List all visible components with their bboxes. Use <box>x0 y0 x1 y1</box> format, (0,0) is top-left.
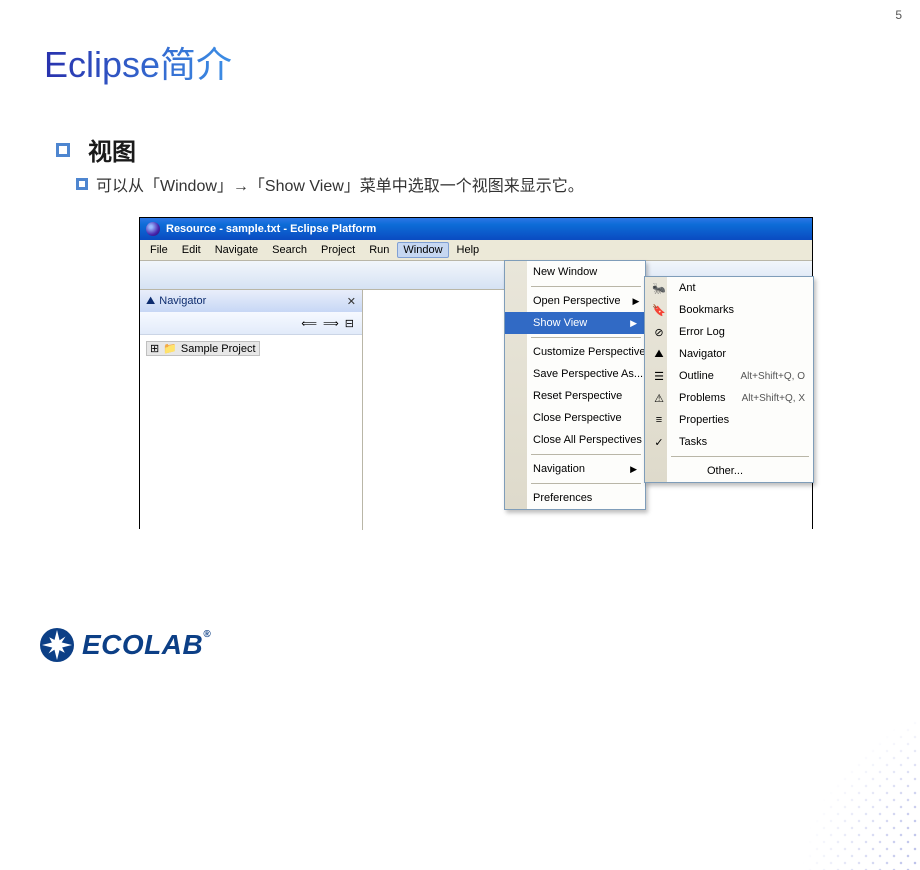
menu-item-ant[interactable]: 🐜Ant <box>645 277 813 299</box>
submenu-arrow-icon: ▶ <box>630 464 637 475</box>
tree-row-project[interactable]: ⊞ 📁 Sample Project <box>146 341 260 356</box>
menu-item-show-view[interactable]: Show View▶ <box>505 312 645 334</box>
submenu-arrow-icon: ▶ <box>632 296 639 307</box>
menu-run[interactable]: Run <box>363 242 395 258</box>
menu-item-preferences[interactable]: Preferences <box>505 487 645 509</box>
menu-item-outline[interactable]: ☰OutlineAlt+Shift+Q, O <box>645 365 813 387</box>
navigator-tree[interactable]: ⊞ 📁 Sample Project <box>140 335 362 530</box>
menu-project[interactable]: Project <box>315 242 361 258</box>
navigator-tab-label: Navigator <box>159 295 206 307</box>
ant-icon: 🐜 <box>651 282 667 295</box>
shortcut-label: Alt+Shift+Q, X <box>742 393 805 404</box>
eclipse-window: Resource - sample.txt - Eclipse Platform… <box>140 218 812 528</box>
submenu-arrow-icon: ▶ <box>630 318 637 329</box>
close-icon[interactable]: ✕ <box>347 295 356 308</box>
menu-bar: File Edit Navigate Search Project Run Wi… <box>140 240 812 261</box>
page-number: 5 <box>895 8 902 22</box>
menu-item-navigator[interactable]: ⛰Navigator <box>645 343 813 365</box>
menu-separator <box>671 456 809 457</box>
body-row: 可以从「Window」→「Show View」菜单中选取一个视图来显示它。 <box>76 172 584 196</box>
menu-separator <box>531 286 641 287</box>
navigator-icon: ⛰ <box>651 348 667 361</box>
error-icon: ⊘ <box>651 326 667 339</box>
menu-item-reset-perspective[interactable]: Reset Perspective <box>505 385 645 407</box>
tasks-icon: ✓ <box>651 436 667 449</box>
menu-file[interactable]: File <box>144 242 174 258</box>
window-menu-dropdown: New Window Open Perspective▶ Show View▶ … <box>504 260 646 510</box>
menu-item-close-all-perspectives[interactable]: Close All Perspectives <box>505 429 645 451</box>
menu-item-problems[interactable]: ⚠ProblemsAlt+Shift+Q, X <box>645 387 813 409</box>
menu-item-properties[interactable]: ≡Properties <box>645 409 813 431</box>
problems-icon: ⚠ <box>651 392 667 405</box>
body-text: 可以从「Window」→「Show View」菜单中选取一个视图来显示它。 <box>96 172 584 196</box>
navigator-tab[interactable]: ⛰ Navigator ✕ <box>140 290 362 312</box>
navigator-panel: ⛰ Navigator ✕ ⟸ ⟹ ⊟ ⊞ 📁 Sample Project <box>140 290 363 530</box>
menu-help[interactable]: Help <box>451 242 486 258</box>
back-icon[interactable]: ⟸ <box>301 317 317 330</box>
menu-separator <box>531 337 641 338</box>
bullet-icon <box>76 178 88 190</box>
bullet-icon <box>56 143 70 157</box>
menu-separator <box>531 483 641 484</box>
subheading-row: 视图 <box>56 132 136 167</box>
menu-window[interactable]: Window <box>397 242 448 258</box>
menu-item-other[interactable]: Other... <box>645 460 813 482</box>
eclipse-app-icon <box>146 222 160 236</box>
properties-icon: ≡ <box>651 414 667 426</box>
project-label: Sample Project <box>181 343 256 355</box>
menu-item-navigation[interactable]: Navigation▶ <box>505 458 645 480</box>
menu-edit[interactable]: Edit <box>176 242 207 258</box>
navigator-toolbar: ⟸ ⟹ ⊟ <box>140 312 362 335</box>
expand-icon[interactable]: ⊞ <box>150 342 159 355</box>
window-title-text: Resource - sample.txt - Eclipse Platform <box>166 223 376 235</box>
menu-item-close-perspective[interactable]: Close Perspective <box>505 407 645 429</box>
ecolab-logo: ECOLAB® <box>40 628 211 662</box>
navigator-icon: ⛰ <box>146 295 155 308</box>
collapse-icon[interactable]: ⊟ <box>345 317 354 330</box>
menu-item-open-perspective[interactable]: Open Perspective▶ <box>505 290 645 312</box>
outline-icon: ☰ <box>651 370 667 383</box>
ecolab-wordmark: ECOLAB® <box>82 629 211 661</box>
window-titlebar: Resource - sample.txt - Eclipse Platform <box>140 218 812 240</box>
slide-title: Eclipse简介 <box>44 36 232 88</box>
ecolab-star-icon <box>40 628 74 662</box>
menu-item-tasks[interactable]: ✓Tasks <box>645 431 813 453</box>
menu-navigate[interactable]: Navigate <box>209 242 264 258</box>
menu-item-save-perspective-as[interactable]: Save Perspective As... <box>505 363 645 385</box>
menu-item-error-log[interactable]: ⊘Error Log <box>645 321 813 343</box>
show-view-submenu: 🐜Ant 🔖Bookmarks ⊘Error Log ⛰Navigator ☰O… <box>644 276 814 483</box>
folder-icon: 📁 <box>163 342 177 355</box>
menu-item-bookmarks[interactable]: 🔖Bookmarks <box>645 299 813 321</box>
bookmarks-icon: 🔖 <box>651 304 667 317</box>
fwd-icon[interactable]: ⟹ <box>323 317 339 330</box>
shortcut-label: Alt+Shift+Q, O <box>741 371 805 382</box>
subheading: 视图 <box>88 132 136 167</box>
menu-item-customize-perspective[interactable]: Customize Perspective... <box>505 341 645 363</box>
menu-separator <box>531 454 641 455</box>
menu-item-new-window[interactable]: New Window <box>505 261 645 283</box>
menu-search[interactable]: Search <box>266 242 313 258</box>
